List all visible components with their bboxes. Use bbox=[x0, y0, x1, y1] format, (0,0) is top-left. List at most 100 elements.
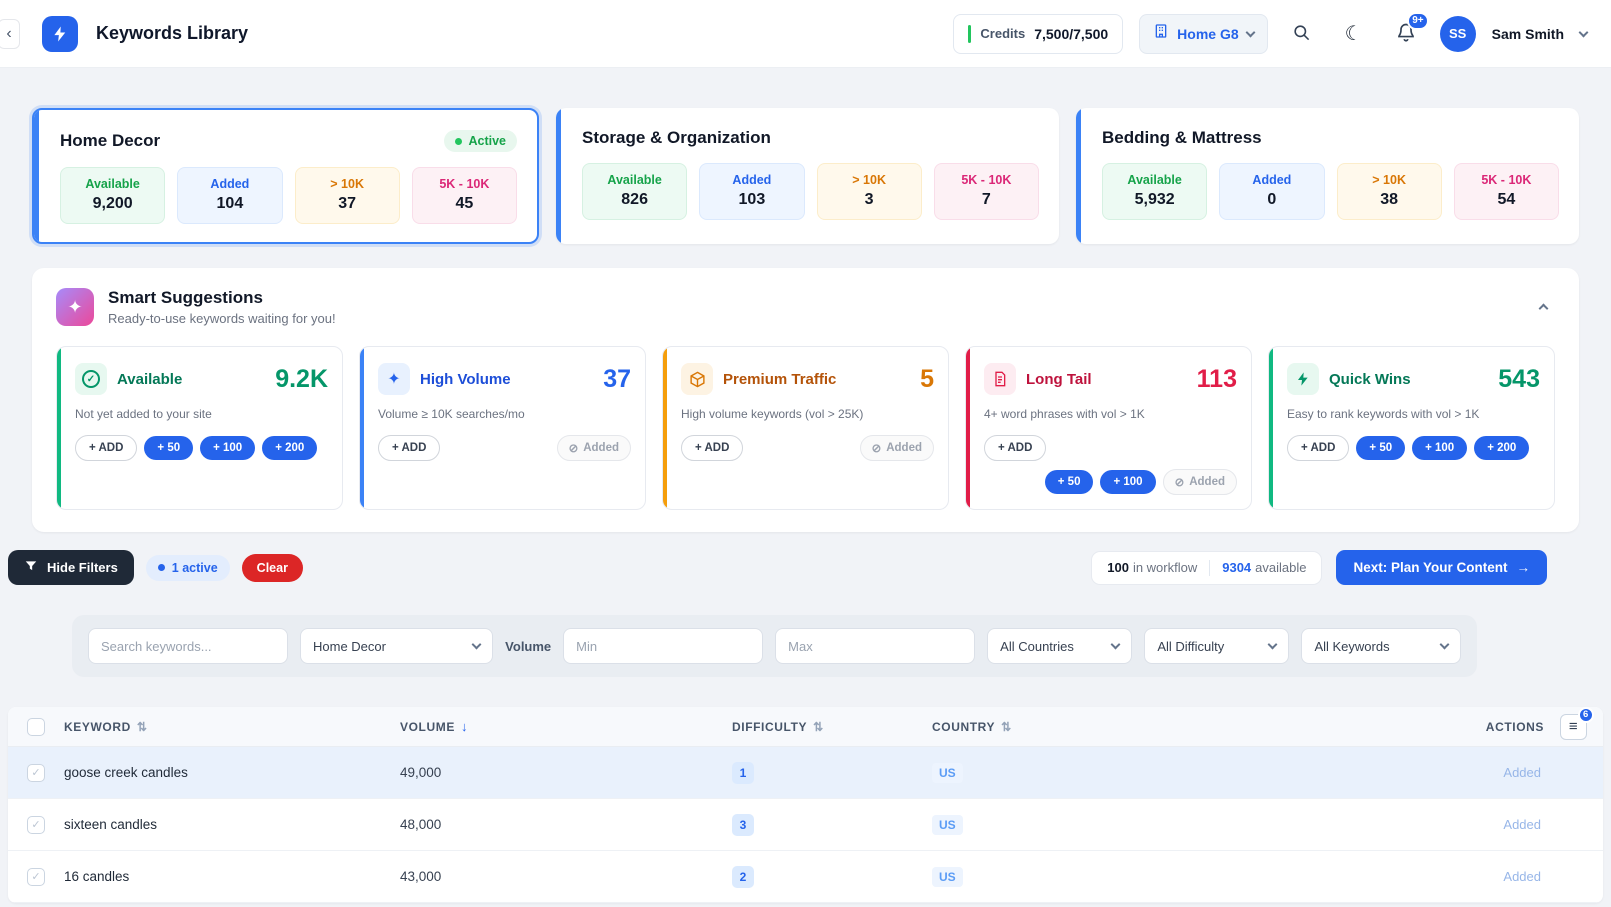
row-checkbox[interactable]: ✓ bbox=[27, 816, 45, 834]
add-button[interactable]: + ADD bbox=[984, 435, 1046, 461]
volume-cell: 48,000 bbox=[400, 817, 732, 832]
added-chip[interactable]: ⊘Added bbox=[557, 435, 631, 461]
row-checkbox[interactable]: ✓ bbox=[27, 764, 45, 782]
credits-label: Credits bbox=[980, 26, 1025, 41]
add-200-button[interactable]: + 200 bbox=[262, 436, 317, 460]
table-row[interactable]: ✓ 16 candles 43,000 2 US Added bbox=[8, 851, 1603, 903]
table-row[interactable]: ✓ sixteen candles 48,000 3 US Added bbox=[8, 799, 1603, 851]
country-badge: US bbox=[932, 815, 963, 835]
table-row[interactable]: ✓ goose creek candles 49,000 1 US Added bbox=[8, 747, 1603, 799]
stat-added: Added103 bbox=[699, 163, 804, 220]
hide-filters-button[interactable]: Hide Filters bbox=[8, 550, 134, 585]
difficulty-select[interactable]: All Difficulty bbox=[1144, 628, 1289, 664]
stat-value: 104 bbox=[186, 195, 273, 213]
project-card-home-decor[interactable]: Home Decor Active Available9,200 Added10… bbox=[32, 108, 539, 244]
clear-filters-button[interactable]: Clear bbox=[242, 554, 303, 582]
workspace-dropdown[interactable]: Home G8 bbox=[1139, 14, 1267, 54]
column-header-keyword[interactable]: KEYWORD⇅ bbox=[64, 720, 400, 734]
project-title: Home Decor bbox=[60, 131, 160, 151]
avatar[interactable]: SS bbox=[1440, 16, 1476, 52]
table-menu-button[interactable]: ≡ 6 bbox=[1560, 714, 1587, 740]
document-icon bbox=[984, 363, 1016, 395]
active-status-label: Active bbox=[468, 134, 506, 148]
stat-label: 5K - 10K bbox=[1463, 173, 1550, 187]
volume-min-input[interactable] bbox=[563, 628, 763, 664]
keyword-cell: 16 candles bbox=[64, 869, 400, 884]
search-input[interactable] bbox=[88, 628, 288, 664]
add-100-button[interactable]: + 100 bbox=[1100, 470, 1155, 494]
active-status-badge: Active bbox=[444, 130, 517, 152]
added-chip[interactable]: ⊘Added bbox=[1163, 469, 1237, 495]
suggestion-title: Quick Wins bbox=[1329, 371, 1411, 388]
stat-over-10k: > 10K38 bbox=[1337, 163, 1442, 220]
add-50-button[interactable]: + 50 bbox=[1045, 470, 1094, 494]
add-50-button[interactable]: + 50 bbox=[1356, 436, 1405, 460]
chevron-down-icon bbox=[1245, 27, 1255, 37]
suggestion-count: 9.2K bbox=[275, 365, 328, 394]
search-icon bbox=[1292, 23, 1311, 45]
add-button[interactable]: + ADD bbox=[681, 435, 743, 461]
top-bar: ‹ Keywords Library Credits 7,500/7,500 H… bbox=[0, 0, 1611, 68]
status-dot-icon bbox=[158, 564, 165, 571]
added-chip[interactable]: ⊘Added bbox=[860, 435, 934, 461]
app-logo-bolt-icon bbox=[42, 16, 78, 52]
add-50-button[interactable]: + 50 bbox=[144, 436, 193, 460]
collapse-button[interactable] bbox=[1532, 292, 1555, 323]
add-button[interactable]: + ADD bbox=[75, 435, 137, 461]
suggestion-count: 113 bbox=[1197, 365, 1237, 394]
added-status: Added bbox=[1428, 765, 1603, 780]
slash-circle-icon: ⊘ bbox=[569, 441, 579, 455]
project-card-storage-organization[interactable]: Storage & Organization Available826 Adde… bbox=[556, 108, 1059, 244]
stat-value: 45 bbox=[421, 195, 508, 213]
sparkle-icon: ✦ bbox=[378, 363, 410, 395]
project-card-bedding-mattress[interactable]: Bedding & Mattress Available5,932 Added0… bbox=[1076, 108, 1579, 244]
search-button[interactable] bbox=[1284, 16, 1320, 52]
available-label: available bbox=[1255, 560, 1306, 575]
volume-max-input[interactable] bbox=[775, 628, 975, 664]
stat-added: Added 104 bbox=[177, 167, 282, 224]
dark-mode-toggle[interactable]: ☾ bbox=[1336, 16, 1372, 52]
add-button[interactable]: + ADD bbox=[1287, 435, 1349, 461]
column-header-difficulty[interactable]: DIFFICULTY⇅ bbox=[732, 720, 932, 734]
stat-value: 38 bbox=[1346, 191, 1433, 209]
add-200-button[interactable]: + 200 bbox=[1474, 436, 1529, 460]
column-header-volume[interactable]: VOLUME↓ bbox=[400, 719, 732, 734]
user-menu-chevron-icon[interactable] bbox=[1579, 27, 1589, 37]
stat-label: Added bbox=[186, 177, 273, 191]
keywords-filter-select[interactable]: All Keywords bbox=[1301, 628, 1461, 664]
stat-label: 5K - 10K bbox=[421, 177, 508, 191]
notifications-count-badge: 9+ bbox=[1407, 12, 1428, 30]
row-checkbox[interactable]: ✓ bbox=[27, 868, 45, 886]
next-plan-content-button[interactable]: Next: Plan Your Content → bbox=[1336, 550, 1547, 585]
counts-summary: 100in workflow 9304available bbox=[1091, 551, 1322, 585]
user-name: Sam Smith bbox=[1492, 26, 1564, 42]
stat-value: 7 bbox=[943, 191, 1030, 209]
arrow-right-icon: → bbox=[1517, 560, 1531, 575]
bolt-icon bbox=[1287, 363, 1319, 395]
active-filters-badge: 1 active bbox=[146, 555, 230, 581]
suggestion-desc: 4+ word phrases with vol > 1K bbox=[984, 407, 1237, 421]
volume-cell: 43,000 bbox=[400, 869, 732, 884]
credits-accent-bar bbox=[968, 25, 971, 43]
chevron-down-icon bbox=[1440, 640, 1450, 650]
project-cards-row: Home Decor Active Available9,200 Added10… bbox=[0, 68, 1611, 244]
sparkle-icon: ✦ bbox=[56, 288, 94, 326]
project-title: Storage & Organization bbox=[582, 128, 771, 148]
suggestion-desc: Volume ≥ 10K searches/mo bbox=[378, 407, 631, 421]
sort-icon: ⇅ bbox=[137, 720, 148, 734]
back-button[interactable]: ‹ bbox=[0, 19, 20, 49]
add-100-button[interactable]: + 100 bbox=[1412, 436, 1467, 460]
column-header-country[interactable]: COUNTRY⇅ bbox=[932, 720, 1428, 734]
stat-over-10k: > 10K3 bbox=[817, 163, 922, 220]
country-select[interactable]: All Countries bbox=[987, 628, 1132, 664]
check-icon: ✓ bbox=[31, 870, 40, 883]
sort-down-icon: ↓ bbox=[461, 719, 468, 734]
stat-available: Available826 bbox=[582, 163, 687, 220]
add-100-button[interactable]: + 100 bbox=[200, 436, 255, 460]
select-all-checkbox[interactable] bbox=[27, 718, 45, 736]
stat-available: Available5,932 bbox=[1102, 163, 1207, 220]
add-button[interactable]: + ADD bbox=[378, 435, 440, 461]
funnel-icon bbox=[24, 559, 38, 576]
category-select[interactable]: Home Decor bbox=[300, 628, 493, 664]
notifications-button[interactable]: 9+ bbox=[1388, 16, 1424, 52]
